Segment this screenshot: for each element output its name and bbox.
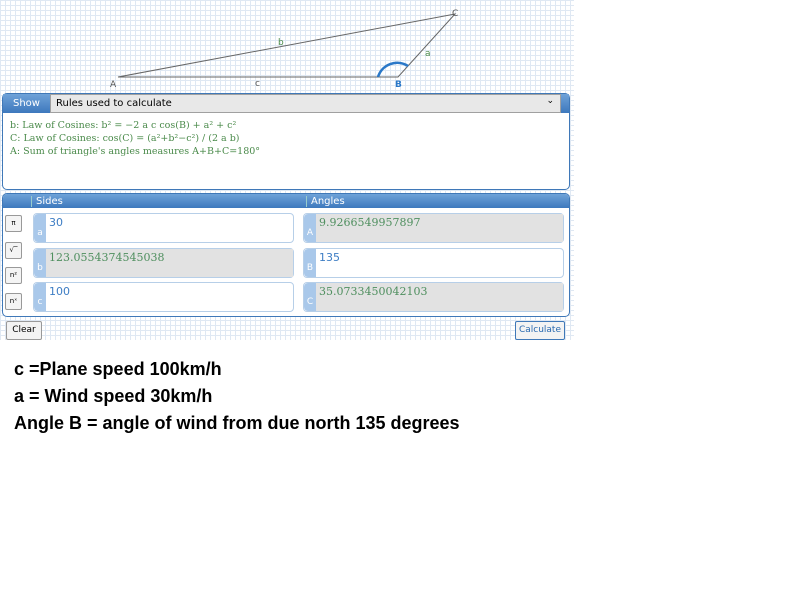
note-wind-angle: Angle B = angle of wind from due north 1… — [14, 413, 460, 433]
sides-header: Sides — [31, 195, 306, 207]
rule-line: C: Law of Cosines: cos(C) = (a²+b²−c²) /… — [10, 133, 240, 144]
angle-a-field[interactable]: A 9.9266549957897 — [303, 213, 564, 243]
side-a-label: a — [425, 49, 431, 59]
angle-b-tag: B — [304, 249, 316, 277]
triangle-diagram: A B C a b c — [110, 9, 458, 90]
vertex-c-label: C — [452, 9, 458, 19]
rules-panel: Show Rules used to calculate ⌄ b: Law of … — [2, 93, 570, 190]
side-a-field[interactable]: a 30 — [33, 213, 294, 243]
pi-button[interactable]: π — [5, 215, 22, 232]
angle-c-value[interactable]: 35.0733450042103 — [316, 283, 563, 311]
rules-select[interactable]: Rules used to calculate ⌄ — [49, 94, 561, 113]
angle-b-value[interactable]: 135 — [316, 249, 563, 277]
side-b-value[interactable]: 123.0554374545038 — [46, 249, 293, 277]
side-c-field[interactable]: c 100 — [33, 282, 294, 312]
chevron-down-icon: ⌄ — [546, 96, 554, 106]
vertex-b-label: B — [395, 80, 402, 90]
angle-b-arc — [376, 61, 409, 78]
angle-a-value[interactable]: 9.9266549957897 — [316, 214, 563, 242]
angle-c-tag: C — [304, 283, 316, 311]
side-a-tag: a — [34, 214, 46, 242]
clear-button[interactable]: Clear — [6, 321, 42, 340]
power-button[interactable]: nˣ — [5, 293, 22, 310]
calculate-button[interactable]: Calculate — [515, 321, 565, 340]
rule-line: b: Law of Cosines: b² = −2 a c cos(B) + … — [10, 120, 237, 131]
note-wind-speed: a = Wind speed 30km/h — [14, 386, 213, 406]
angle-b-field[interactable]: B 135 — [303, 248, 564, 278]
side-b-label: b — [278, 38, 284, 48]
side-c-value[interactable]: 100 — [46, 283, 293, 311]
angles-header: Angles — [306, 195, 345, 207]
side-a-value[interactable]: 30 — [46, 214, 293, 242]
side-c-tag: c — [34, 283, 46, 311]
angle-a-tag: A — [304, 214, 316, 242]
sqrt-button[interactable]: √‾ — [5, 242, 22, 259]
show-label: Show — [13, 98, 40, 109]
rule-line: A: Sum of triangle's angles measures A+B… — [10, 146, 261, 157]
triangle-shape — [117, 13, 457, 78]
rules-select-value: Rules used to calculate — [55, 98, 172, 109]
vertex-a-label: A — [110, 80, 117, 90]
side-b-tag: b — [34, 249, 46, 277]
side-b-field[interactable]: b 123.0554374545038 — [33, 248, 294, 278]
angle-c-field[interactable]: C 35.0733450042103 — [303, 282, 564, 312]
note-plane-speed: c =Plane speed 100km/h — [14, 359, 222, 379]
side-c-label: c — [255, 79, 260, 89]
square-button[interactable]: n² — [5, 267, 22, 284]
